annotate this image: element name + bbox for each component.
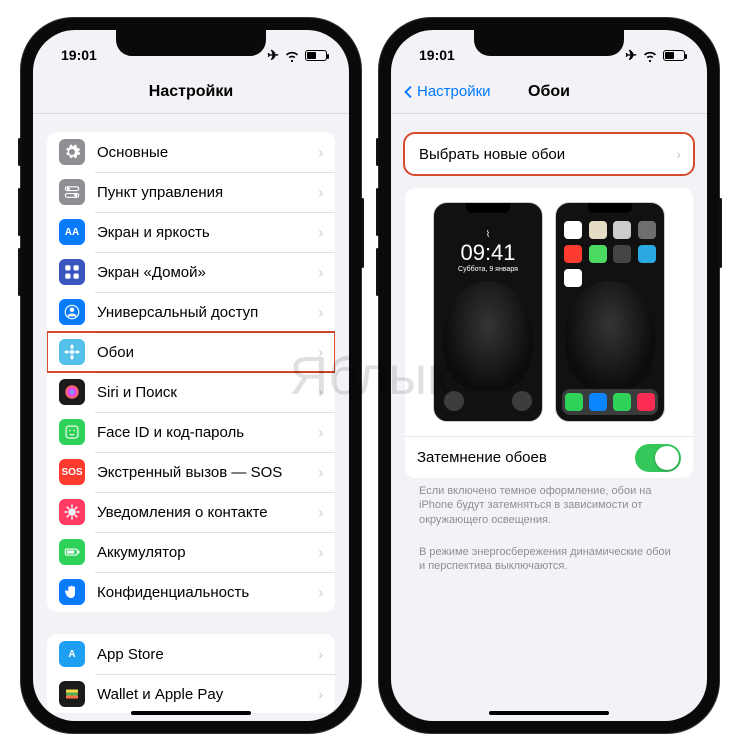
chevron-right-icon: › bbox=[318, 144, 323, 160]
privacy-icon bbox=[59, 579, 85, 605]
settings-row-battery[interactable]: Аккумулятор› bbox=[47, 532, 335, 572]
notch bbox=[116, 30, 266, 56]
settings-row-accessibility[interactable]: Универсальный доступ› bbox=[47, 292, 335, 332]
settings-row-label: Экран «Домой» bbox=[97, 264, 318, 281]
choose-wallpaper-label: Выбрать новые обои bbox=[419, 146, 676, 163]
phone-right: 19:01 ✈︎ Настройки Обои Выбрать новые об… bbox=[379, 18, 719, 733]
general-icon bbox=[59, 139, 85, 165]
settings-group: AApp Store›Wallet и Apple Pay› bbox=[47, 634, 335, 713]
lock-date: Суббота, 9 января bbox=[434, 266, 542, 273]
airplane-icon: ✈︎ bbox=[267, 47, 279, 64]
notch bbox=[474, 30, 624, 56]
wifi-icon bbox=[641, 46, 659, 64]
exposure-icon bbox=[59, 499, 85, 525]
settings-row-label: Siri и Поиск bbox=[97, 384, 318, 401]
control-center-icon bbox=[59, 179, 85, 205]
chevron-right-icon: › bbox=[318, 584, 323, 600]
home-indicator bbox=[131, 711, 251, 715]
chevron-right-icon: › bbox=[318, 304, 323, 320]
settings-row-exposure[interactable]: Уведомления о контакте› bbox=[47, 492, 335, 532]
settings-row-faceid[interactable]: Face ID и код-пароль› bbox=[47, 412, 335, 452]
settings-row-label: Универсальный доступ bbox=[97, 304, 318, 321]
settings-row-label: App Store bbox=[97, 646, 318, 663]
nav-bar: Настройки bbox=[33, 70, 349, 114]
settings-row-general[interactable]: Основные› bbox=[47, 132, 335, 172]
settings-row-label: Уведомления о контакте bbox=[97, 504, 318, 521]
settings-row-control-center[interactable]: Пункт управления› bbox=[47, 172, 335, 212]
settings-row-wallet[interactable]: Wallet и Apple Pay› bbox=[47, 674, 335, 713]
chevron-right-icon: › bbox=[318, 544, 323, 560]
dock bbox=[562, 389, 658, 415]
page-title: Настройки bbox=[149, 83, 233, 101]
home-screen-preview[interactable] bbox=[555, 202, 665, 422]
chevron-right-icon: › bbox=[318, 184, 323, 200]
chevron-left-icon bbox=[399, 83, 417, 101]
chevron-right-icon: › bbox=[318, 224, 323, 240]
settings-row-label: Экстренный вызов — SOS bbox=[97, 464, 318, 481]
dim-wallpaper-row: Затемнение обоев bbox=[405, 436, 693, 478]
status-time: 19:01 bbox=[61, 47, 97, 63]
dim-wallpaper-toggle[interactable] bbox=[635, 444, 681, 472]
page-title: Обои bbox=[528, 83, 570, 101]
chevron-right-icon: › bbox=[318, 646, 323, 662]
lock-screen-preview[interactable]: ⌇ 09:41 Суббота, 9 января bbox=[433, 202, 543, 422]
back-label: Настройки bbox=[417, 83, 491, 100]
settings-row-label: Face ID и код-пароль bbox=[97, 424, 318, 441]
settings-row-privacy[interactable]: Конфиденциальность› bbox=[47, 572, 335, 612]
back-button[interactable]: Настройки bbox=[399, 83, 491, 101]
home-indicator bbox=[489, 711, 609, 715]
wallet-icon bbox=[59, 681, 85, 707]
battery-icon bbox=[59, 539, 85, 565]
settings-row-appstore[interactable]: A App Store› bbox=[47, 634, 335, 674]
choose-wallpaper-row[interactable]: Выбрать новые обои › bbox=[405, 134, 693, 174]
settings-row-label: Конфиденциальность bbox=[97, 584, 318, 601]
wifi-icon bbox=[283, 46, 301, 64]
chevron-right-icon: › bbox=[318, 424, 323, 440]
battery-icon bbox=[663, 50, 685, 61]
phone-left: 19:01 ✈︎ Настройки Основные›Пункт управл… bbox=[21, 18, 361, 733]
siri-icon bbox=[59, 379, 85, 405]
settings-row-label: Основные bbox=[97, 144, 318, 161]
settings-row-sos[interactable]: SOS Экстренный вызов — SOS› bbox=[47, 452, 335, 492]
settings-row-siri[interactable]: Siri и Поиск› bbox=[47, 372, 335, 412]
display-icon: AA bbox=[59, 219, 85, 245]
status-time: 19:01 bbox=[419, 47, 455, 63]
settings-row-label: Аккумулятор bbox=[97, 544, 318, 561]
accessibility-icon bbox=[59, 299, 85, 325]
sos-icon: SOS bbox=[59, 459, 85, 485]
settings-row-label: Wallet и Apple Pay bbox=[97, 686, 318, 703]
settings-group: Основные›Пункт управления›AAЭкран и ярко… bbox=[47, 132, 335, 612]
footnote-1: Если включено темное оформление, обои на… bbox=[405, 478, 693, 527]
appstore-icon: A bbox=[59, 641, 85, 667]
settings-row-label: Пункт управления bbox=[97, 184, 318, 201]
chevron-right-icon: › bbox=[676, 146, 681, 162]
chevron-right-icon: › bbox=[318, 384, 323, 400]
chevron-right-icon: › bbox=[318, 464, 323, 480]
home-screen-icon bbox=[59, 259, 85, 285]
settings-row-label: Экран и яркость bbox=[97, 224, 318, 241]
settings-row-label: Обои bbox=[97, 344, 318, 361]
chevron-right-icon: › bbox=[318, 344, 323, 360]
chevron-right-icon: › bbox=[318, 504, 323, 520]
dim-wallpaper-label: Затемнение обоев bbox=[417, 449, 547, 466]
wallpaper-icon bbox=[59, 339, 85, 365]
settings-row-display[interactable]: AA Экран и яркость› bbox=[47, 212, 335, 252]
settings-row-wallpaper[interactable]: Обои› bbox=[47, 332, 335, 372]
footnote-2: В режиме энергосбережения динамические о… bbox=[405, 539, 693, 574]
settings-row-home-screen[interactable]: Экран «Домой»› bbox=[47, 252, 335, 292]
chevron-right-icon: › bbox=[318, 264, 323, 280]
wallpaper-previews: ⌇ 09:41 Суббота, 9 января bbox=[405, 188, 693, 436]
chevron-right-icon: › bbox=[318, 686, 323, 702]
nav-bar: Настройки Обои bbox=[391, 70, 707, 114]
lock-time: 09:41 bbox=[434, 240, 542, 266]
faceid-icon bbox=[59, 419, 85, 445]
airplane-icon: ✈︎ bbox=[625, 47, 637, 64]
battery-icon bbox=[305, 50, 327, 61]
